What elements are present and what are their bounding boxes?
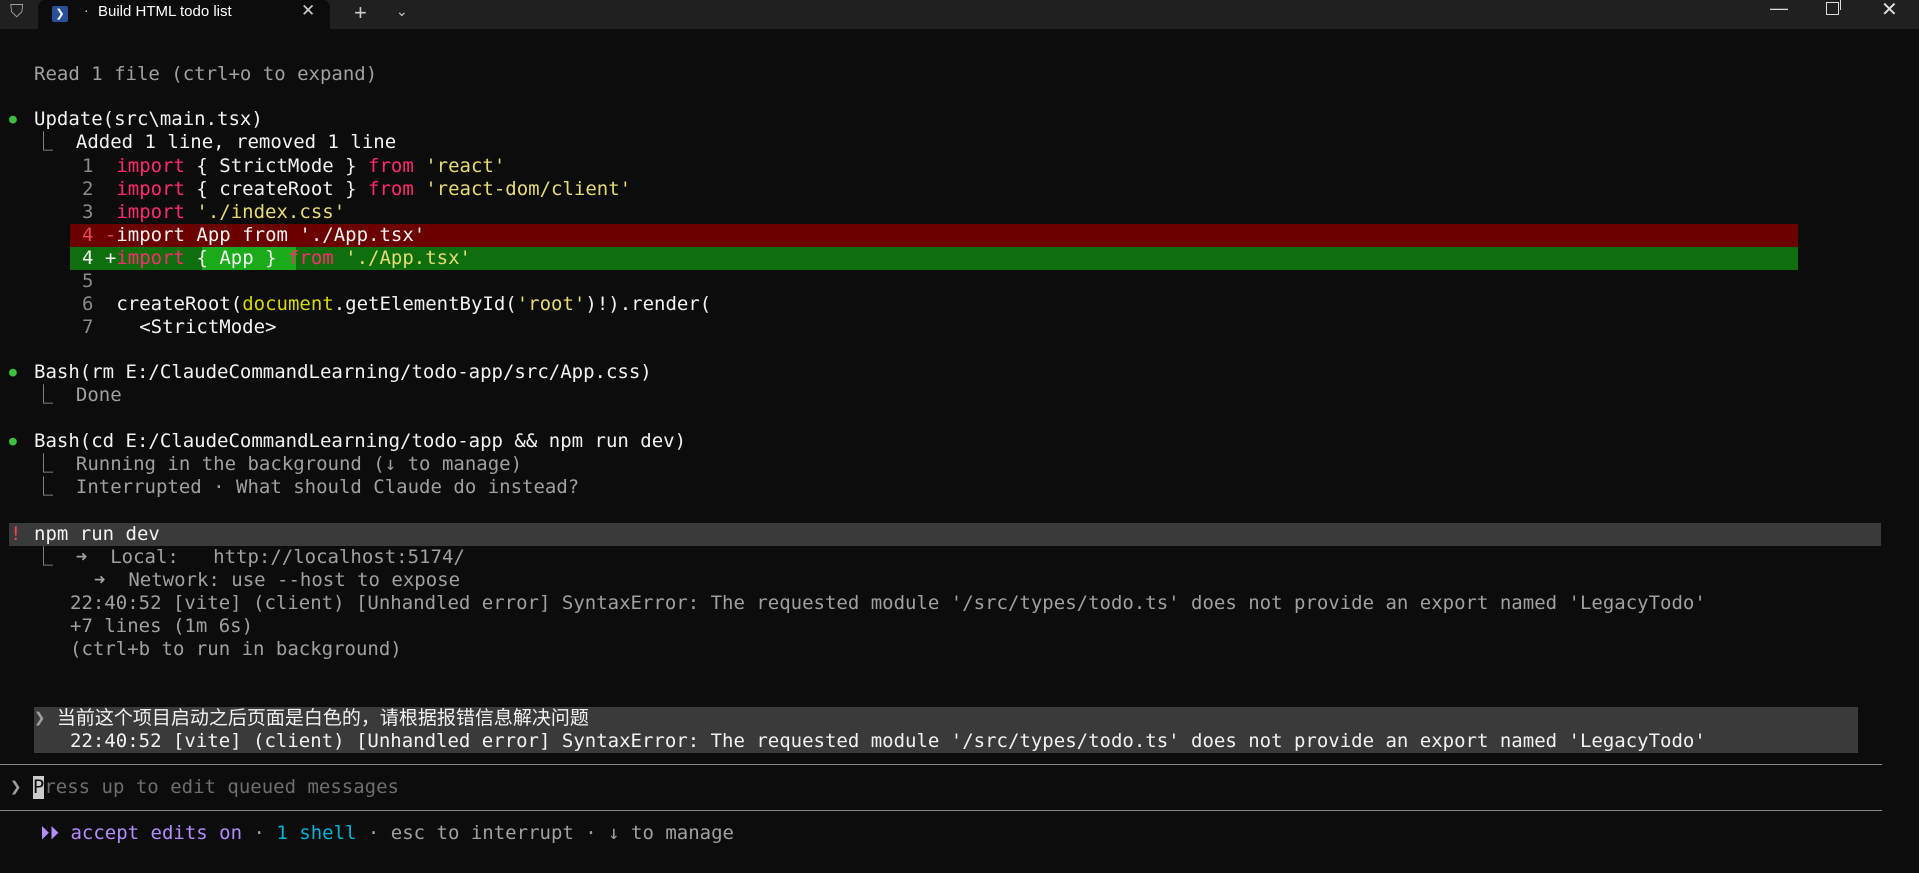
shell-error-line: 22:40:52 [vite] (client) [Unhandled erro…: [70, 592, 1706, 614]
update-summary: ⎿ Added 1 line, removed 1 line: [34, 131, 397, 153]
prompt-chevron-icon: ❯: [10, 776, 22, 798]
prompt-top-rule: [0, 764, 1882, 765]
read-file-line: Read 1 file (ctrl+o to expand): [34, 63, 378, 85]
tab-title: Build HTML todo list: [98, 3, 232, 20]
queued-message: ❯ 当前这个项目启动之后页面是白色的，请根据报错信息解决问题: [34, 707, 589, 729]
shell-more-lines: +7 lines (1m 6s): [70, 615, 254, 637]
shell-command-bg: [9, 523, 1881, 546]
interrupt-hint: esc to interrupt: [390, 822, 574, 844]
bash-dev-result-2: ⎿ Interrupted · What should Claude do in…: [34, 476, 580, 498]
shield-icon: ⛉: [10, 1, 24, 21]
shell-count[interactable]: 1 shell: [276, 822, 356, 844]
tab-activity-dot: ·: [84, 2, 89, 18]
diff-line-4-added: 4 +import { App } from './App.tsx': [82, 247, 471, 269]
prompt-input[interactable]: ❯ Press up to edit queued messages: [10, 776, 399, 799]
diff-line-6: 6 createRoot(document.getElementById('ro…: [82, 293, 712, 315]
bash-dev-header: Bash(cd E:/ClaudeCommandLearning/todo-ap…: [34, 430, 687, 452]
bash-rm-result: ⎿ Done: [34, 384, 122, 406]
chevron-down-icon[interactable]: ⌄: [396, 3, 408, 20]
bash-rm-header: Bash(rm E:/ClaudeCommandLearning/todo-ap…: [34, 361, 652, 383]
prompt-bottom-rule: [0, 810, 1882, 811]
tree-branch-icon: ⎿: [34, 546, 76, 568]
text-cursor: P: [32, 776, 45, 799]
close-window-icon[interactable]: ✕: [1881, 0, 1898, 22]
prompt-placeholder: ress up to edit queued messages: [44, 776, 399, 798]
status-line: ⏵⏵ accept edits on · 1 shell · esc to in…: [40, 822, 734, 844]
status-bullet-icon: ●: [9, 365, 17, 380]
shell-local-line: ⎿ ➜ Local: http://localhost:5174/: [34, 546, 465, 568]
tree-branch-icon: ⎿: [34, 453, 76, 475]
update-header: Update(src\main.tsx): [34, 108, 263, 130]
diff-line-5: 5: [82, 270, 94, 292]
close-tab-icon[interactable]: ✕: [301, 1, 315, 21]
tree-branch-icon: ⎿: [34, 131, 76, 153]
shell-network-line: ➜ Network: use --host to expose: [94, 569, 461, 591]
diff-line-2: 2 import { createRoot } from 'react-dom/…: [82, 178, 632, 200]
diff-line-7: 7 <StrictMode>: [82, 316, 277, 338]
shell-background-hint: (ctrl+b to run in background): [70, 638, 402, 660]
accept-edits-toggle[interactable]: accept edits on: [70, 822, 242, 844]
tab-build-html-todo-list[interactable]: ❯ · Build HTML todo list ✕: [38, 0, 330, 29]
minimize-icon[interactable]: —: [1770, 0, 1788, 19]
shell-command: npm run dev: [34, 523, 160, 545]
queued-error: 22:40:52 [vite] (client) [Unhandled erro…: [70, 730, 1706, 752]
powershell-icon: ❯: [52, 6, 68, 22]
tree-branch-icon: ⎿: [34, 476, 76, 498]
fast-forward-icon: ⏵⏵: [40, 822, 60, 844]
diff-line-4-removed: 4 -import App from './App.tsx': [82, 224, 426, 246]
shell-bang-icon: !: [10, 523, 22, 545]
diff-line-3: 3 import './index.css': [82, 201, 346, 223]
tree-branch-icon: ⎿: [34, 384, 76, 406]
new-tab-plus-icon[interactable]: +: [354, 0, 367, 26]
prompt-chevron-icon: ❯: [34, 707, 57, 729]
status-bullet-icon: ●: [9, 112, 17, 127]
manage-hint: ↓ to manage: [608, 822, 734, 844]
bash-dev-result-1: ⎿ Running in the background (↓ to manage…: [34, 453, 523, 475]
restore-icon[interactable]: [1826, 0, 1841, 15]
diff-line-1: 1 import { StrictMode } from 'react': [82, 155, 506, 177]
title-bar: ⛉ ❯ · Build HTML todo list ✕ + ⌄ — ✕: [0, 0, 1919, 29]
status-bullet-icon: ●: [9, 434, 17, 449]
